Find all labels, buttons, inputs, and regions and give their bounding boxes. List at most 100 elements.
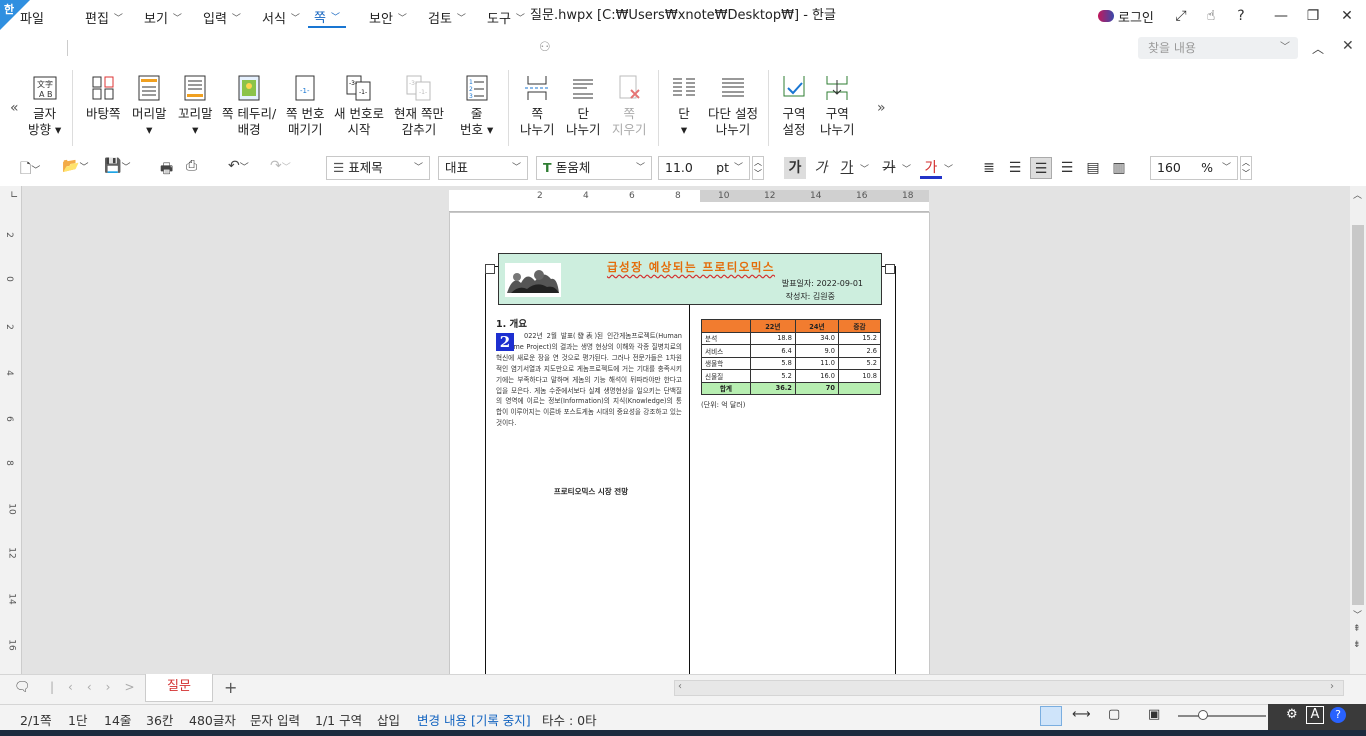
line-number-button[interactable]: 123 줄 번호 ▾ — [460, 74, 493, 138]
menu-file[interactable]: 파일 — [20, 6, 44, 28]
fullscreen-icon[interactable]: ⤢ — [1168, 4, 1194, 28]
minimize-button[interactable]: — — [1268, 4, 1294, 28]
hide-page-button[interactable]: -3- -1- 현재 쪽만 감추기 — [394, 74, 444, 138]
status-insert[interactable]: 삽입 — [377, 710, 400, 729]
align-justify-icon[interactable]: ≣ — [978, 157, 1000, 179]
find-input[interactable]: 찾을 내용 ﹀ — [1138, 37, 1298, 59]
table-cell[interactable]: 분석 — [701, 331, 751, 345]
strike-dropdown-icon[interactable]: ﹀ — [902, 162, 911, 175]
distribute-icon[interactable]: ▤ — [1082, 157, 1104, 179]
zoom-slider-thumb[interactable] — [1198, 710, 1208, 720]
restore-button[interactable]: ❐ — [1300, 4, 1326, 28]
save-icon[interactable]: 💾﹀ — [104, 158, 130, 174]
align-center-icon[interactable]: ☰ — [1030, 157, 1052, 179]
color-dropdown-icon[interactable]: ﹀ — [944, 162, 953, 175]
font-select[interactable]: T 돋움체 ﹀ — [536, 156, 652, 180]
align-left-icon[interactable]: ☰ — [1004, 157, 1026, 179]
tray-settings-icon[interactable]: ⚙ — [1286, 707, 1298, 722]
scroll-up-icon[interactable]: ︿ — [1353, 188, 1362, 201]
table-cell[interactable]: 34.0 — [794, 331, 839, 345]
frame-handle[interactable] — [885, 264, 895, 274]
table-cell[interactable]: 16.0 — [794, 369, 839, 383]
horizontal-scrollbar[interactable] — [674, 680, 1344, 696]
table-cell[interactable]: 36.2 — [749, 381, 796, 395]
table-header-cell[interactable]: 24년 — [794, 319, 839, 333]
ribbon-scroll-right-icon[interactable]: » — [877, 100, 886, 116]
vertical-scroll-thumb[interactable] — [1352, 225, 1364, 605]
table-cell[interactable]: 70 — [794, 381, 839, 395]
status-track-changes[interactable]: 변경 내용 [기록 중지] — [417, 710, 531, 729]
share-icon[interactable]: ⚇ — [539, 40, 551, 55]
tray-help-icon[interactable]: ? — [1330, 707, 1346, 723]
undo-icon[interactable]: ↶﹀ — [228, 158, 249, 174]
footer-button[interactable]: 꼬리말 ▾ — [178, 74, 213, 138]
zoom-input[interactable]: 160% ﹀ — [1150, 156, 1238, 180]
bold-button[interactable]: 가 — [784, 157, 806, 179]
header-button[interactable]: 머리말 ▾ — [132, 74, 167, 138]
menu-tools[interactable]: 도구 ﹀ — [487, 6, 525, 28]
table-header-cell[interactable]: 증감 — [837, 319, 882, 333]
italic-button[interactable]: 가 — [810, 157, 832, 179]
table-cell[interactable]: 9.0 — [794, 344, 839, 358]
font-size-input[interactable]: 11.0 pt ﹀ — [658, 156, 750, 180]
table-cell[interactable] — [837, 381, 882, 395]
text-direction-button[interactable]: 文字 A B 글자 방향 ▾ — [28, 74, 61, 138]
table-cell[interactable]: 5.2 — [749, 369, 796, 383]
print-preview-icon[interactable]: ⎙ — [186, 158, 197, 174]
menu-page[interactable]: 쪽 ﹀ — [308, 6, 346, 28]
table-cell[interactable]: 서비스 — [701, 344, 751, 358]
table-cell[interactable]: 신물질 — [701, 369, 751, 383]
underline-dropdown-icon[interactable]: ﹀ — [860, 162, 869, 175]
touch-mode-icon[interactable]: ☝ — [1198, 4, 1224, 28]
section-break-button[interactable]: 구역 나누기 — [820, 74, 855, 138]
scroll-down-icon[interactable]: ﹀ — [1353, 608, 1362, 621]
master-page-button[interactable]: 바탕쪽 — [86, 74, 121, 122]
align-right-icon[interactable]: ☰ — [1056, 157, 1078, 179]
menu-security[interactable]: 보안 ﹀ — [369, 6, 407, 28]
body-paragraph[interactable]: 022년 2월 발표(發表)된 인간게놈프로젝트(Human Genome Pr… — [496, 331, 682, 429]
page-break-button[interactable]: 쪽 나누기 — [520, 74, 555, 138]
new-document-icon[interactable]: 🗋﹀ — [20, 158, 40, 182]
scroll-right-icon[interactable]: › — [1330, 681, 1334, 692]
font-language-select[interactable]: 대표 ﹀ — [438, 156, 528, 180]
table-cell[interactable]: 11.0 — [794, 356, 839, 370]
open-folder-icon[interactable]: 📂﹀ — [62, 158, 88, 174]
view-page-icon[interactable]: ▢ — [1108, 707, 1120, 722]
menu-edit[interactable]: 편집 ﹀ — [85, 6, 123, 28]
column-break-button[interactable]: 단 나누기 — [566, 74, 601, 138]
status-page[interactable]: 2/1쪽 — [20, 710, 52, 729]
scroll-left-icon[interactable]: ‹ — [678, 681, 682, 692]
redo-icon[interactable]: ↷﹀ — [270, 158, 291, 174]
data-table[interactable]: 22년 24년 증감 분석 18.8 34.0 15.2 서비스 6.4 9.0… — [701, 319, 882, 395]
menu-view[interactable]: 보기 ﹀ — [144, 6, 182, 28]
help-icon[interactable]: ? — [1228, 4, 1254, 28]
table-cell[interactable]: 15.2 — [837, 331, 882, 345]
menu-insert[interactable]: 입력 ﹀ — [203, 6, 241, 28]
view-normal-button[interactable] — [1040, 706, 1062, 726]
menu-review[interactable]: 검토 ﹀ — [428, 6, 466, 28]
page-number-button[interactable]: -1- 쪽 번호 매기기 — [286, 74, 324, 138]
frame-handle[interactable] — [485, 264, 495, 274]
table-cell[interactable]: 2.6 — [837, 344, 882, 358]
tab-document[interactable]: 질문 — [145, 674, 213, 702]
page-up-icon[interactable]: ⇞ — [1353, 624, 1361, 634]
close-doc-icon[interactable]: ✕ — [1342, 38, 1354, 54]
table-header-cell[interactable]: 22년 — [749, 319, 796, 333]
style-select[interactable]: ☰ 표제목 ﹀ — [326, 156, 430, 180]
print-icon[interactable]: 🖶 — [160, 158, 173, 182]
strikethrough-button[interactable]: 가 — [878, 157, 900, 179]
add-tab-icon[interactable]: + — [224, 678, 237, 697]
zoom-stepper[interactable]: ︿ ﹀ — [1240, 156, 1252, 180]
page-delete-button[interactable]: 쪽 지우기 — [612, 74, 647, 138]
multi-column-button[interactable]: 다단 설정 나누기 — [708, 74, 758, 138]
table-header-cell[interactable] — [701, 319, 751, 333]
close-button[interactable]: ✕ — [1334, 4, 1360, 28]
page-border-button[interactable]: 쪽 테두리/배경 — [222, 74, 276, 138]
table-cell[interactable]: 6.4 — [749, 344, 796, 358]
underline-button[interactable]: 가 — [836, 157, 858, 179]
new-number-button[interactable]: -3- -1- 새 번호로 시작 — [334, 74, 384, 138]
document-header-box[interactable]: 급성장 예상되는 프로티오믹스 발표일자: 2022-09-01 작성자: 김원… — [498, 253, 882, 305]
table-cell[interactable]: 생물학 — [701, 356, 751, 370]
menu-format[interactable]: 서식 ﹀ — [262, 6, 300, 28]
table-cell[interactable]: 18.8 — [749, 331, 796, 345]
